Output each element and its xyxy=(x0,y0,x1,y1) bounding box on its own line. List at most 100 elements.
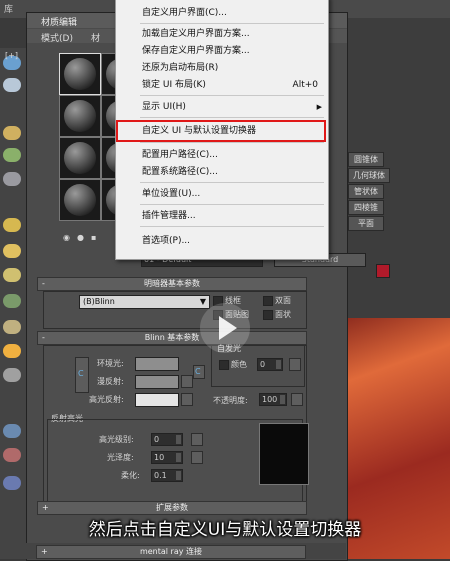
glossiness-label: 光泽度: xyxy=(107,453,134,462)
opacity-spinner[interactable]: 100 xyxy=(259,393,287,406)
material-sphere xyxy=(64,142,96,174)
menu-item-label: 单位设置(U)... xyxy=(142,189,201,199)
opacity-label: 不透明度: xyxy=(213,396,248,405)
material-sphere xyxy=(64,184,96,216)
spec-level-spinner[interactable]: 0 xyxy=(151,433,183,446)
faceted-checkbox[interactable] xyxy=(263,310,273,320)
menu-separator xyxy=(140,142,324,143)
lock-diffuse-specular-button[interactable]: C xyxy=(193,365,205,379)
shader-params-rollout[interactable]: - 明暗器基本参数 xyxy=(37,277,307,291)
sample-slot-1[interactable] xyxy=(59,53,101,95)
rollout-title: mental ray 连接 xyxy=(139,547,203,556)
diffuse-color-swatch[interactable] xyxy=(135,375,179,389)
left-toolbar xyxy=(0,48,26,559)
primitive-button-pyramid[interactable]: 四棱锥 xyxy=(348,200,384,215)
specular-label: 高光反射: xyxy=(89,395,124,404)
glossiness-map-button[interactable] xyxy=(191,451,203,464)
command-panel: 圆锥体 几何球体 管状体 四棱锥 平面 xyxy=(346,18,450,318)
diffuse-map-button[interactable] xyxy=(181,375,193,388)
chevron-down-icon: ▼ xyxy=(199,297,206,306)
ambient-color-swatch[interactable] xyxy=(135,357,179,371)
two-sided-label: 双面 xyxy=(275,296,291,305)
menu-item-label: 首选项(P)... xyxy=(142,236,191,246)
submenu-arrow-icon: ▶ xyxy=(316,103,322,111)
primitive-button-geosphere[interactable]: 几何球体 xyxy=(348,168,390,183)
tree-icon[interactable] xyxy=(3,294,21,308)
menu-separator xyxy=(140,117,324,118)
put-to-scene-icon[interactable]: ● xyxy=(77,233,84,242)
sphere-icon[interactable] xyxy=(3,78,21,92)
highlight-graph xyxy=(259,423,309,485)
cylinder-icon[interactable] xyxy=(3,268,21,282)
primitive-button-tube[interactable]: 管状体 xyxy=(348,184,384,199)
menu-item-customize-ui[interactable]: 自定义用户界面(C)... xyxy=(116,5,328,21)
get-material-icon[interactable]: ◉ xyxy=(63,233,70,242)
primitive-button-plane[interactable]: 平面 xyxy=(348,216,384,231)
sphere-small-icon[interactable] xyxy=(3,368,21,382)
menu-item-configure-user-paths[interactable]: 配置用户路径(C)... xyxy=(116,147,328,163)
menu-item-label: 配置系统路径(C)... xyxy=(142,167,218,177)
cone-icon[interactable] xyxy=(3,320,21,334)
helper-icon[interactable] xyxy=(3,148,21,162)
menu-modes[interactable]: 模式(D) xyxy=(41,31,73,44)
lock-ambient-diffuse-button[interactable]: C xyxy=(75,357,89,393)
particles-icon[interactable] xyxy=(3,424,21,438)
soften-spinner[interactable]: 0.1 xyxy=(151,469,183,482)
extended-params-rollout[interactable]: + 扩展参数 xyxy=(37,501,307,515)
menu-item-load-ui-scheme[interactable]: 加载自定义用户界面方案... xyxy=(116,26,328,42)
video-play-icon[interactable] xyxy=(200,303,250,353)
faceted-label: 面状 xyxy=(275,310,291,319)
sample-slot-7[interactable] xyxy=(59,179,101,221)
self-illum-color-checkbox[interactable] xyxy=(219,360,229,370)
self-illum-map-button[interactable] xyxy=(289,358,301,371)
assign-icon[interactable]: ▪ xyxy=(91,233,96,242)
menu-separator xyxy=(140,204,324,205)
light-icon[interactable] xyxy=(3,126,21,140)
sample-slot-3[interactable] xyxy=(59,95,101,137)
menu-item-show-ui[interactable]: 显示 UI(H) ▶ xyxy=(116,99,328,115)
menu-separator xyxy=(140,226,324,227)
material-sphere xyxy=(64,100,96,132)
spec-level-map-button[interactable] xyxy=(191,433,203,446)
shader-type-select[interactable]: (B)Blinn ▼ xyxy=(79,295,210,309)
lock-icon: C xyxy=(78,369,84,378)
box-icon[interactable] xyxy=(3,218,21,232)
primitive-button-cone[interactable]: 圆锥体 xyxy=(348,152,384,167)
menu-item-label: 插件管理器... xyxy=(142,211,196,221)
mental-ray-rollout[interactable]: + mental ray 连接 xyxy=(36,545,306,559)
specular-map-button[interactable] xyxy=(181,393,193,406)
hemisphere-icon[interactable] xyxy=(3,244,21,258)
chain-icon[interactable] xyxy=(3,476,21,490)
glossiness-spinner[interactable]: 10 xyxy=(151,451,183,464)
specular-color-swatch[interactable] xyxy=(135,393,179,407)
menu-item-save-ui-scheme[interactable]: 保存自定义用户界面方案... xyxy=(116,43,328,59)
menu-item-label: 保存自定义用户界面方案... xyxy=(142,46,250,56)
menu-item-configure-system-paths[interactable]: 配置系统路径(C)... xyxy=(116,164,328,180)
menu-item-plugin-manager[interactable]: 插件管理器... xyxy=(116,208,328,224)
menu-item-label: 配置用户路径(C)... xyxy=(142,150,218,160)
blinn-params-rollout[interactable]: - Blinn 基本参数 xyxy=(37,331,307,345)
sample-slot-5[interactable] xyxy=(59,137,101,179)
mental-ray-strip: + mental ray 连接 xyxy=(26,543,346,559)
menu-item-preferences[interactable]: 首选项(P)... xyxy=(116,233,328,249)
editor-toolbar: ◉ ● ▪ xyxy=(63,233,123,243)
menu-material[interactable]: 材 xyxy=(91,31,100,44)
rollout-title: 明暗器基本参数 xyxy=(144,279,200,288)
camera-icon[interactable] xyxy=(3,172,21,186)
menu-item-label: 加载自定义用户界面方案... xyxy=(142,29,250,39)
shader-type-value: (B)Blinn xyxy=(83,297,115,306)
two-sided-checkbox[interactable] xyxy=(263,296,273,306)
self-illum-spinner[interactable]: 0 xyxy=(257,358,283,371)
opacity-map-button[interactable] xyxy=(291,393,303,406)
menu-item-lock-ui-layout[interactable]: 锁定 UI 布局(K) Alt+0 xyxy=(116,77,328,93)
menu-item-revert-startup-layout[interactable]: 还原为启动布局(R) xyxy=(116,60,328,76)
menu-separator xyxy=(140,95,324,96)
menu-item-units-setup[interactable]: 单位设置(U)... xyxy=(116,186,328,202)
menu-item-label: 锁定 UI 布局(K) xyxy=(142,80,206,90)
sun-icon[interactable] xyxy=(3,344,21,358)
link-icon[interactable] xyxy=(3,448,21,462)
material-sphere xyxy=(64,58,96,90)
lock-icon: C xyxy=(195,367,201,376)
material-editor-title: 材质编辑 xyxy=(41,18,78,28)
spec-level-label: 高光级别: xyxy=(99,435,134,444)
